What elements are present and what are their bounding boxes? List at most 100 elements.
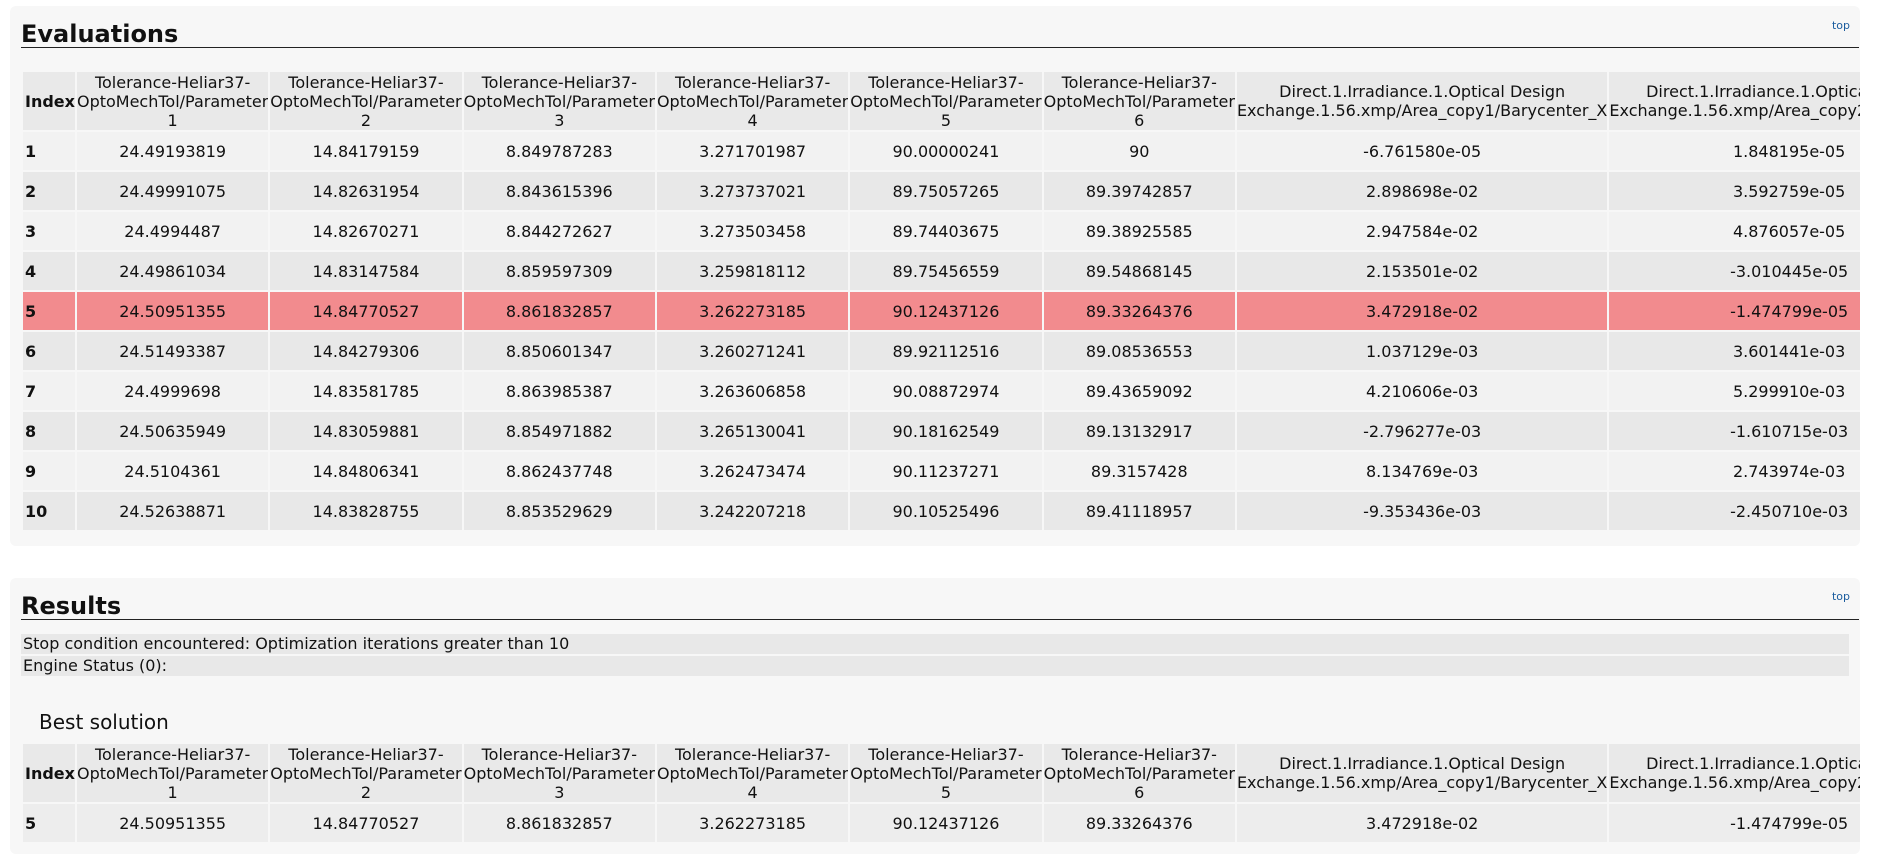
value-cell: 24.49991075	[76, 170, 269, 210]
value-cell: 14.84770527	[270, 802, 462, 842]
evaluations-panel: Evaluations top Index Tolerance-Heliar37-…	[10, 6, 1860, 546]
value-cell: 89.74403675	[850, 210, 1042, 250]
value-cell: 5.299910e-03	[1609, 370, 1860, 410]
value-cell: 8.134769e-03	[1236, 450, 1608, 490]
table-row[interactable]: 1 24.49193819 14.84179159 8.849787283 3.2717…	[23, 130, 1860, 170]
row-index-cell: 5	[23, 802, 75, 842]
table-row[interactable]: 6 24.51493387 14.84279306 8.850601347 3.2602…	[23, 330, 1860, 370]
column-header-index: Index	[23, 72, 75, 130]
value-cell: 89.92112516	[850, 330, 1042, 370]
value-cell: 24.50951355	[76, 802, 269, 842]
table-row[interactable]: 7 24.4999698 14.83581785 8.863985387 3.26360…	[23, 370, 1860, 410]
value-cell: 2.947584e-02	[1236, 210, 1608, 250]
table-row[interactable]: 5 24.50951355 14.84770527 8.861832857 3.2622…	[23, 802, 1860, 842]
value-cell: 4.210606e-03	[1236, 370, 1608, 410]
value-cell: -1.474799e-05	[1609, 290, 1860, 330]
table-body: 5 24.50951355 14.84770527 8.861832857 3.2622…	[23, 802, 1860, 842]
value-cell: 3.262473474	[656, 450, 849, 490]
value-cell: 24.49193819	[76, 130, 269, 170]
value-cell: -3.010445e-05	[1609, 250, 1860, 290]
best-solution-title: Best solution	[39, 710, 169, 734]
stop-condition-text: Stop condition encountered: Optimization…	[21, 634, 1849, 654]
table-row[interactable]: 10 24.52638871 14.83828755 8.853529629 3.242…	[23, 490, 1860, 530]
column-header-3: Tolerance-Heliar37- OptoMechTol/Parameter…	[463, 72, 655, 130]
column-header-index: Index	[23, 744, 75, 802]
value-cell: 24.4999698	[76, 370, 269, 410]
value-cell: 3.242207218	[656, 490, 849, 530]
section-divider	[21, 619, 1859, 620]
evaluations-title: Evaluations	[21, 20, 179, 48]
value-cell: 14.84770527	[270, 290, 462, 330]
value-cell: 24.50951355	[76, 290, 269, 330]
row-index-cell: 10	[23, 490, 75, 530]
value-cell: 89.39742857	[1043, 170, 1235, 210]
value-cell: 89.3157428	[1043, 450, 1235, 490]
column-header-4: Tolerance-Heliar37- OptoMechTol/Parameter…	[656, 72, 849, 130]
column-header-2: Tolerance-Heliar37- OptoMechTol/Parameter…	[270, 72, 462, 130]
value-cell: 3.259818112	[656, 250, 849, 290]
value-cell: 8.862437748	[463, 450, 655, 490]
section-divider	[21, 47, 1859, 48]
value-cell: 8.861832857	[463, 290, 655, 330]
best-solution-table: Index Tolerance-Heliar37- OptoMechTol/Para…	[21, 744, 1860, 842]
table-row[interactable]: 2 24.49991075 14.82631954 8.843615396 3.2737…	[23, 170, 1860, 210]
value-cell: 89.41118957	[1043, 490, 1235, 530]
row-index-cell: 8	[23, 410, 75, 450]
value-cell: 24.52638871	[76, 490, 269, 530]
value-cell: 2.153501e-02	[1236, 250, 1608, 290]
value-cell: -1.610715e-03	[1609, 410, 1860, 450]
row-index-cell: 4	[23, 250, 75, 290]
value-cell: 89.38925585	[1043, 210, 1235, 250]
value-cell: 8.843615396	[463, 170, 655, 210]
top-link[interactable]: top	[1832, 19, 1850, 32]
value-cell: 2.743974e-03	[1609, 450, 1860, 490]
value-cell: 90.18162549	[850, 410, 1042, 450]
value-cell: 89.08536553	[1043, 330, 1235, 370]
value-cell: 8.859597309	[463, 250, 655, 290]
column-header-6: Tolerance-Heliar37- OptoMechTol/Parameter…	[1043, 72, 1235, 130]
value-cell: 89.43659092	[1043, 370, 1235, 410]
value-cell: 89.33264376	[1043, 802, 1235, 842]
value-cell: 8.854971882	[463, 410, 655, 450]
value-cell: 3.273737021	[656, 170, 849, 210]
table-row[interactable]: 4 24.49861034 14.83147584 8.859597309 3.2598…	[23, 250, 1860, 290]
row-index-cell: 3	[23, 210, 75, 250]
value-cell: 90.00000241	[850, 130, 1042, 170]
table-row[interactable]: 9 24.5104361 14.84806341 8.862437748 3.26247…	[23, 450, 1860, 490]
value-cell: 14.83581785	[270, 370, 462, 410]
column-header-6: Tolerance-Heliar37- OptoMechTol/Parameter…	[1043, 744, 1235, 802]
value-cell: 90.11237271	[850, 450, 1042, 490]
column-header-3: Tolerance-Heliar37- OptoMechTol/Parameter…	[463, 744, 655, 802]
value-cell: 3.472918e-02	[1236, 802, 1608, 842]
value-cell: 8.861832857	[463, 802, 655, 842]
value-cell: 3.271701987	[656, 130, 849, 170]
table-row[interactable]: 5 24.50951355 14.84770527 8.861832857 3.2622…	[23, 290, 1860, 330]
row-index-cell: 9	[23, 450, 75, 490]
table-row[interactable]: 8 24.50635949 14.83059881 8.854971882 3.2651…	[23, 410, 1860, 450]
top-link[interactable]: top	[1832, 590, 1850, 603]
value-cell: 8.844272627	[463, 210, 655, 250]
evaluations-table: Index Tolerance-Heliar37- OptoMechTol/Para…	[21, 72, 1860, 530]
table-row[interactable]: 3 24.4994487 14.82670271 8.844272627 3.27350…	[23, 210, 1860, 250]
value-cell: 89.33264376	[1043, 290, 1235, 330]
value-cell: -2.450710e-03	[1609, 490, 1860, 530]
value-cell: 3.472918e-02	[1236, 290, 1608, 330]
value-cell: 14.82631954	[270, 170, 462, 210]
value-cell: 1.848195e-05	[1609, 130, 1860, 170]
value-cell: 89.13132917	[1043, 410, 1235, 450]
value-cell: 3.262273185	[656, 802, 849, 842]
results-title: Results	[21, 592, 122, 620]
value-cell: 14.83059881	[270, 410, 462, 450]
value-cell: 2.898698e-02	[1236, 170, 1608, 210]
value-cell: 8.849787283	[463, 130, 655, 170]
value-cell: 1.037129e-03	[1236, 330, 1608, 370]
value-cell: 3.273503458	[656, 210, 849, 250]
value-cell: 90.08872974	[850, 370, 1042, 410]
value-cell: 24.49861034	[76, 250, 269, 290]
column-header-8: Direct.1.Irradiance.1.Optical DesignExch…	[1609, 744, 1860, 802]
value-cell: 3.601441e-03	[1609, 330, 1860, 370]
column-header-1: Tolerance-Heliar37- OptoMechTol/Parameter…	[76, 744, 269, 802]
value-cell: 14.82670271	[270, 210, 462, 250]
table-body: 1 24.49193819 14.84179159 8.849787283 3.2717…	[23, 130, 1860, 530]
value-cell: 89.75456559	[850, 250, 1042, 290]
